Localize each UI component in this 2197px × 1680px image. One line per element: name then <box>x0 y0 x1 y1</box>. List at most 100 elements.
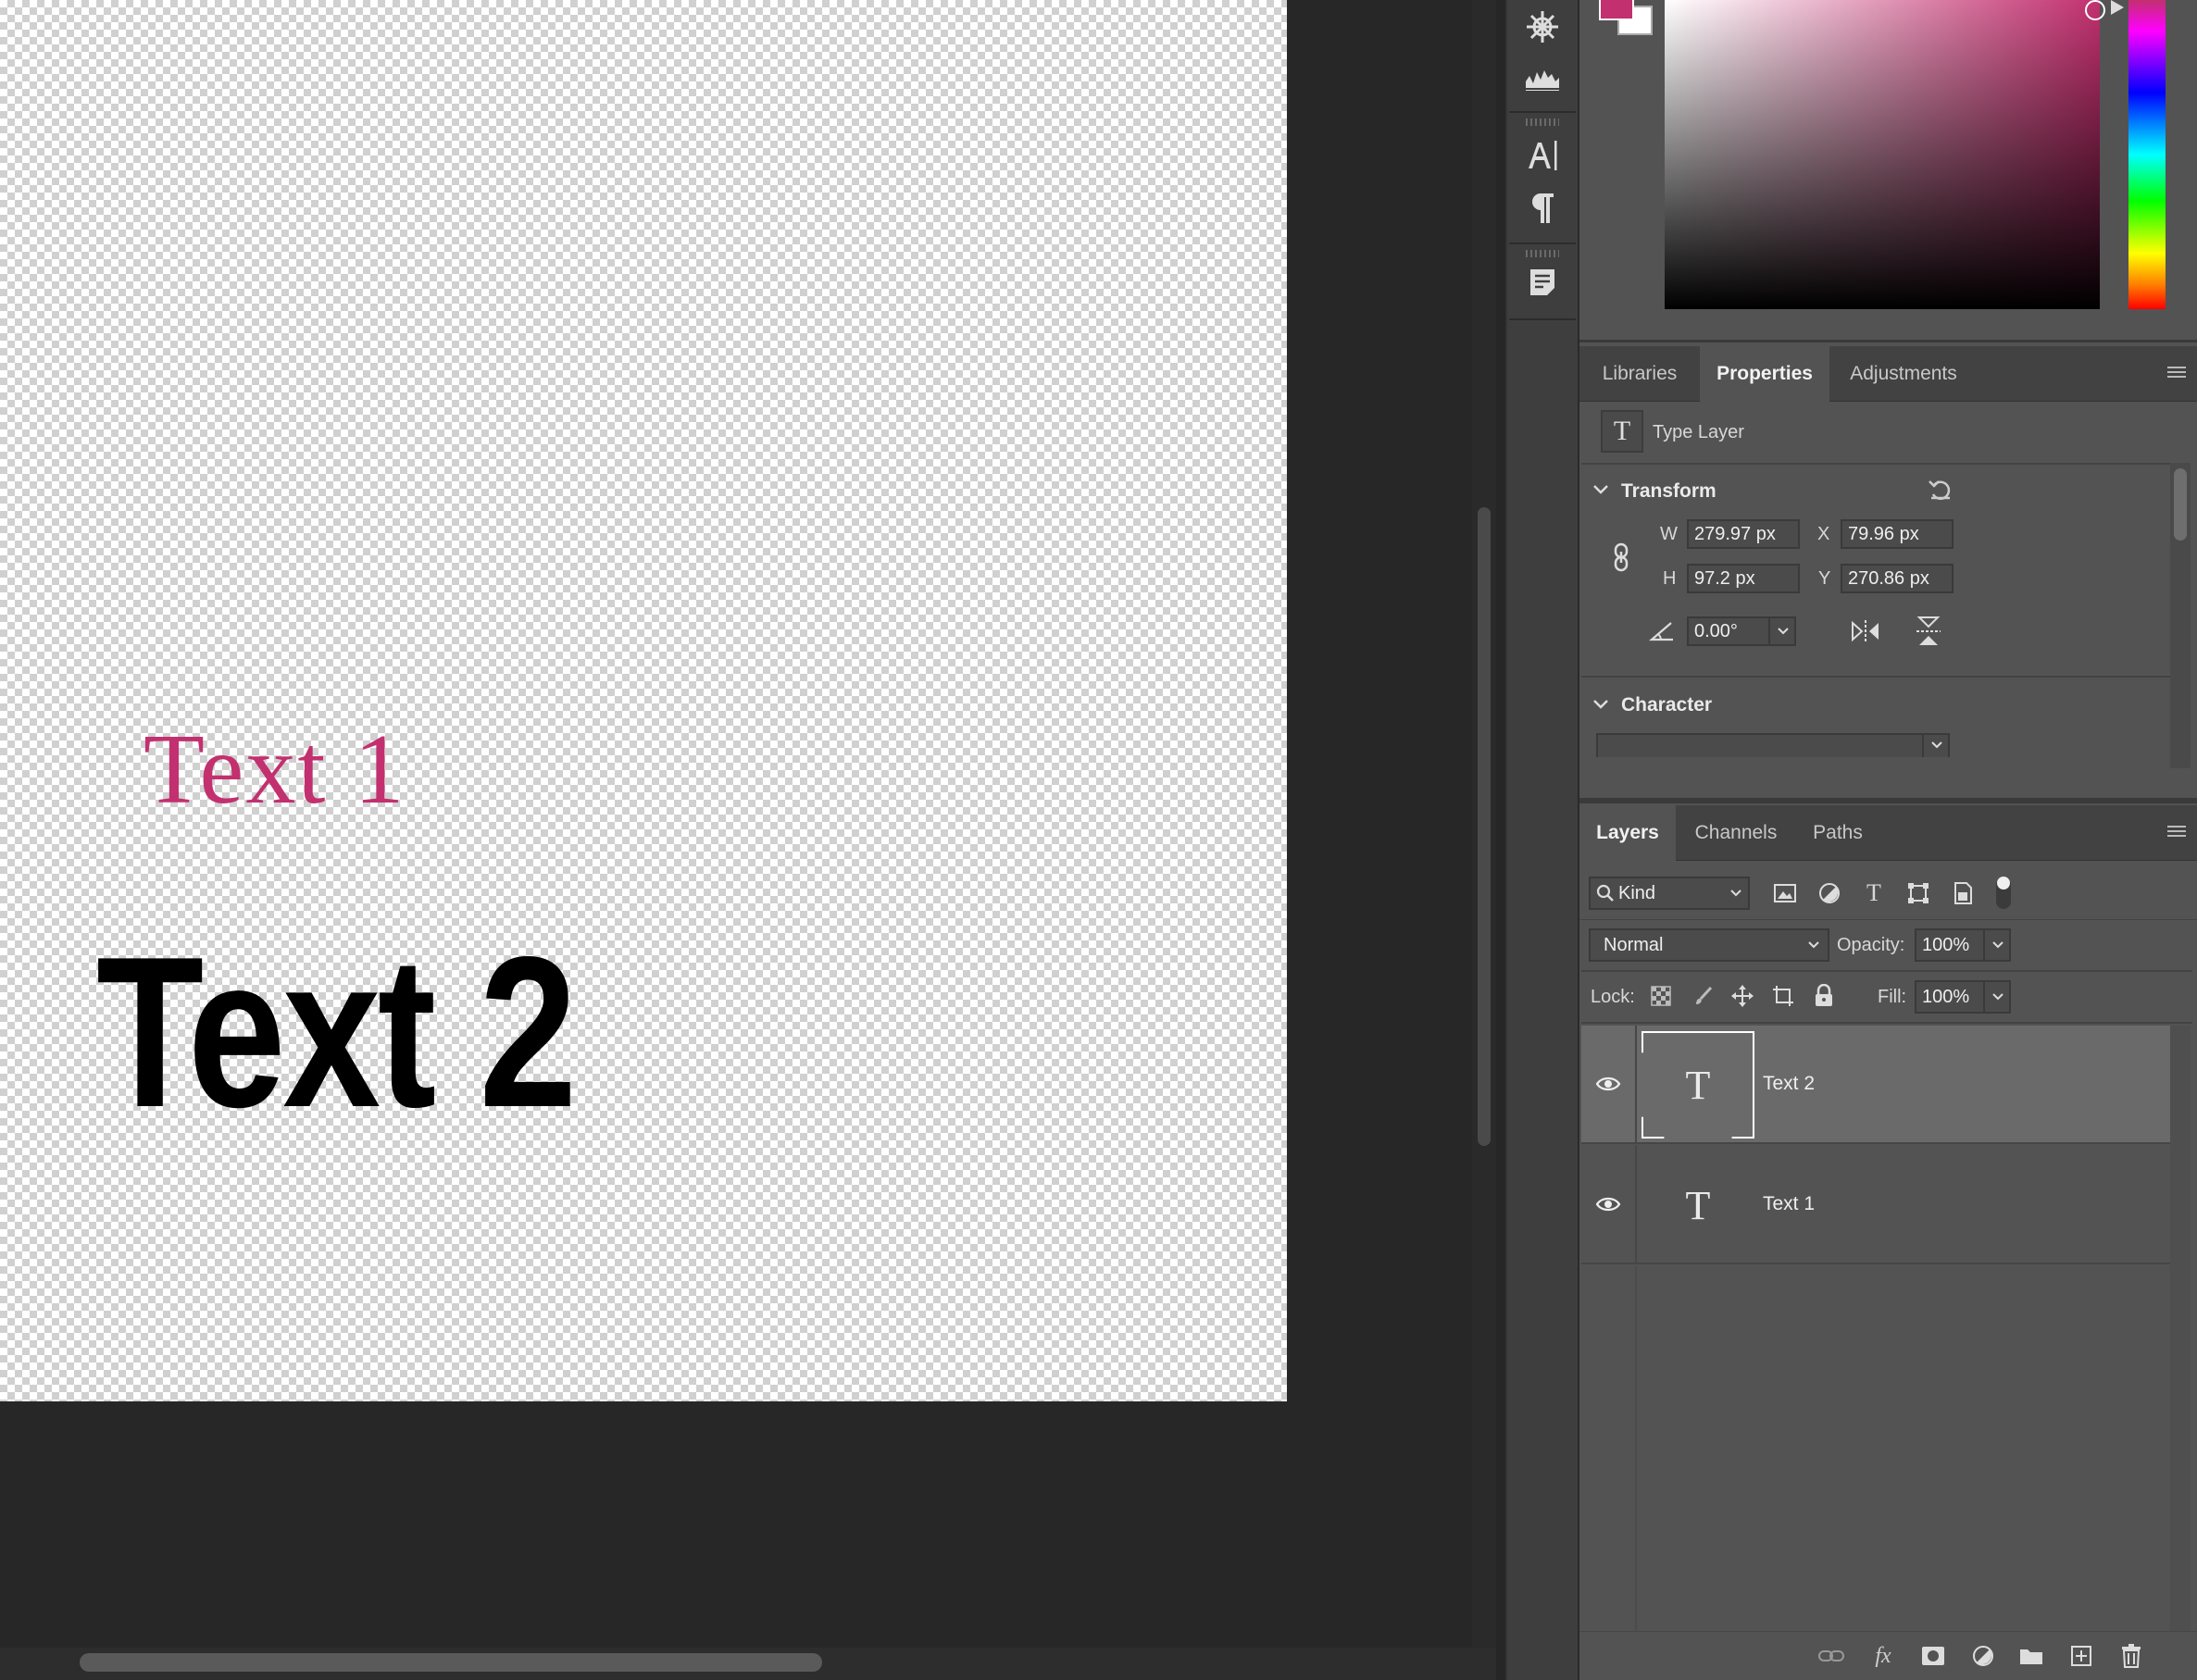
height-label: H <box>1663 568 1677 589</box>
font-family-dropdown[interactable] <box>1596 733 1950 757</box>
lock-transparent-icon[interactable] <box>1644 979 1678 1013</box>
font-family-chevron-icon[interactable] <box>1922 733 1950 757</box>
strip-divider <box>1509 243 1576 244</box>
shape-filter-icon[interactable] <box>1902 877 1935 910</box>
canvas-text-1[interactable]: Text 1 <box>144 720 406 820</box>
layer-kind-label: Type Layer <box>1653 422 1744 442</box>
pixel-layer-filter-icon[interactable] <box>1768 877 1802 910</box>
add-mask-icon[interactable] <box>1916 1640 1950 1672</box>
layers-tabbar: Layers Channels Paths <box>1579 805 2197 861</box>
layer-row-text-1[interactable]: T Text 1 <box>1581 1146 2170 1264</box>
canvas[interactable] <box>0 0 1287 1401</box>
strip-divider <box>1509 318 1576 320</box>
histogram-icon[interactable] <box>1515 57 1570 100</box>
opacity-value: 100% <box>1922 934 1970 955</box>
paragraph-icon[interactable] <box>1515 187 1570 230</box>
tab-channels[interactable]: Channels <box>1676 805 1796 861</box>
link-layers-icon[interactable] <box>1815 1640 1848 1672</box>
fill-value: 100% <box>1922 986 1970 1007</box>
tab-layers[interactable]: Layers <box>1579 805 1676 861</box>
layer-name-text-1[interactable]: Text 1 <box>1763 1146 1815 1263</box>
transform-chevron-icon[interactable] <box>1592 483 1609 501</box>
chevron-down-icon <box>1730 890 1741 897</box>
type-filter-icon[interactable]: T <box>1857 877 1891 910</box>
search-icon <box>1596 884 1614 902</box>
fill-slider-chevron-icon[interactable] <box>1983 980 2011 1014</box>
hue-slider[interactable] <box>2128 0 2166 309</box>
canvas-text-2[interactable]: Text 2 <box>96 926 577 1140</box>
height-field[interactable]: 97.2 px <box>1687 564 1800 593</box>
opacity-slider-chevron-icon[interactable] <box>1983 928 2011 962</box>
width-field[interactable]: 279.97 px <box>1687 519 1800 549</box>
layer-thumbnail-text-1[interactable]: T <box>1642 1151 1754 1259</box>
tab-libraries[interactable]: Libraries <box>1579 346 1700 402</box>
type-layer-thumb-icon: T <box>1685 1182 1711 1228</box>
adjustment-filter-icon[interactable] <box>1813 877 1846 910</box>
panel-grip[interactable] <box>1526 250 1559 257</box>
divider <box>1581 676 2170 678</box>
hue-slider-cursor[interactable] <box>2111 0 2124 15</box>
color-picker-cursor[interactable] <box>2085 0 2105 20</box>
character-section-title[interactable]: Character <box>1621 694 1712 716</box>
layer-name-text-2[interactable]: Text 2 <box>1763 1026 1815 1142</box>
lock-image-icon[interactable] <box>1687 979 1720 1013</box>
tab-properties[interactable]: Properties <box>1700 346 1829 402</box>
horizontal-scroll-thumb[interactable] <box>80 1653 822 1672</box>
reset-transform-icon[interactable] <box>1927 476 1954 508</box>
blend-mode-dropdown[interactable]: Normal <box>1589 928 1829 962</box>
lock-all-icon[interactable] <box>1807 979 1841 1013</box>
chevron-down-icon <box>1808 941 1819 949</box>
y-field[interactable]: 270.86 px <box>1841 564 1954 593</box>
eye-icon <box>1595 1076 1621 1091</box>
layer-row-text-2[interactable]: T Text 2 <box>1581 1026 2170 1144</box>
x-field[interactable]: 79.96 px <box>1841 519 1954 549</box>
transform-section-title[interactable]: Transform <box>1621 480 1716 503</box>
divider <box>1581 463 2170 465</box>
panel-grip[interactable] <box>1526 118 1559 126</box>
visibility-toggle[interactable] <box>1581 1026 1637 1142</box>
blend-mode-value: Normal <box>1604 934 1664 955</box>
filter-toggle-icon[interactable] <box>1997 877 2010 890</box>
properties-scroll-thumb[interactable] <box>2174 468 2187 541</box>
new-layer-icon[interactable] <box>2065 1640 2098 1672</box>
panel-menu-icon[interactable] <box>2167 826 2186 839</box>
flip-vertical-icon[interactable] <box>1915 615 1942 653</box>
photoshop-window: Text 1 Text 2 Libraries Properties Adjus… <box>0 0 2197 1680</box>
lock-position-icon[interactable] <box>1726 979 1759 1013</box>
angle-value: 0.00° <box>1694 620 1738 641</box>
panel-menu-icon[interactable] <box>2167 367 2186 380</box>
divider <box>1581 1022 2192 1024</box>
layer-list-empty <box>1581 1266 1637 1631</box>
character-icon[interactable] <box>1515 134 1570 177</box>
flip-horizontal-icon[interactable] <box>1850 618 1881 649</box>
fill-label: Fill: <box>1878 987 1907 1007</box>
fx-icon[interactable]: fx <box>1866 1640 1900 1672</box>
color-picker-field[interactable] <box>1665 0 2100 309</box>
filter-kind-dropdown[interactable]: Kind <box>1589 877 1750 910</box>
new-group-icon[interactable] <box>2015 1640 2048 1672</box>
notes-icon[interactable] <box>1515 261 1570 304</box>
y-label: Y <box>1818 568 1831 589</box>
width-label: W <box>1660 524 1678 544</box>
scroll-corner <box>1472 1648 1496 1680</box>
visibility-toggle[interactable] <box>1581 1146 1637 1263</box>
vertical-scroll-thumb[interactable] <box>1478 507 1491 1146</box>
character-chevron-icon[interactable] <box>1592 698 1609 716</box>
ship-wheel-icon[interactable] <box>1515 6 1570 48</box>
foreground-color-swatch[interactable] <box>1599 0 1634 20</box>
layer-thumbnail-text-2[interactable]: T <box>1642 1031 1754 1139</box>
delete-layer-icon[interactable] <box>2115 1640 2148 1672</box>
properties-tabbar: Libraries Properties Adjustments <box>1579 346 2197 402</box>
type-layer-thumb-icon: T <box>1685 1062 1711 1108</box>
tab-paths[interactable]: Paths <box>1796 805 1879 861</box>
link-dimensions-icon[interactable] <box>1610 542 1632 577</box>
tab-adjustments[interactable]: Adjustments <box>1829 346 1978 402</box>
x-label: X <box>1817 524 1830 544</box>
filter-kind-label: Kind <box>1618 882 1656 903</box>
lock-artboard-icon[interactable] <box>1766 979 1800 1013</box>
smart-object-filter-icon[interactable] <box>1946 877 1979 910</box>
layers-scrollbar[interactable] <box>2170 1026 2191 1636</box>
angle-dropdown-chevron-icon[interactable] <box>1768 616 1796 646</box>
adjustment-layer-icon[interactable] <box>1966 1640 2000 1672</box>
eye-icon <box>1595 1197 1621 1212</box>
